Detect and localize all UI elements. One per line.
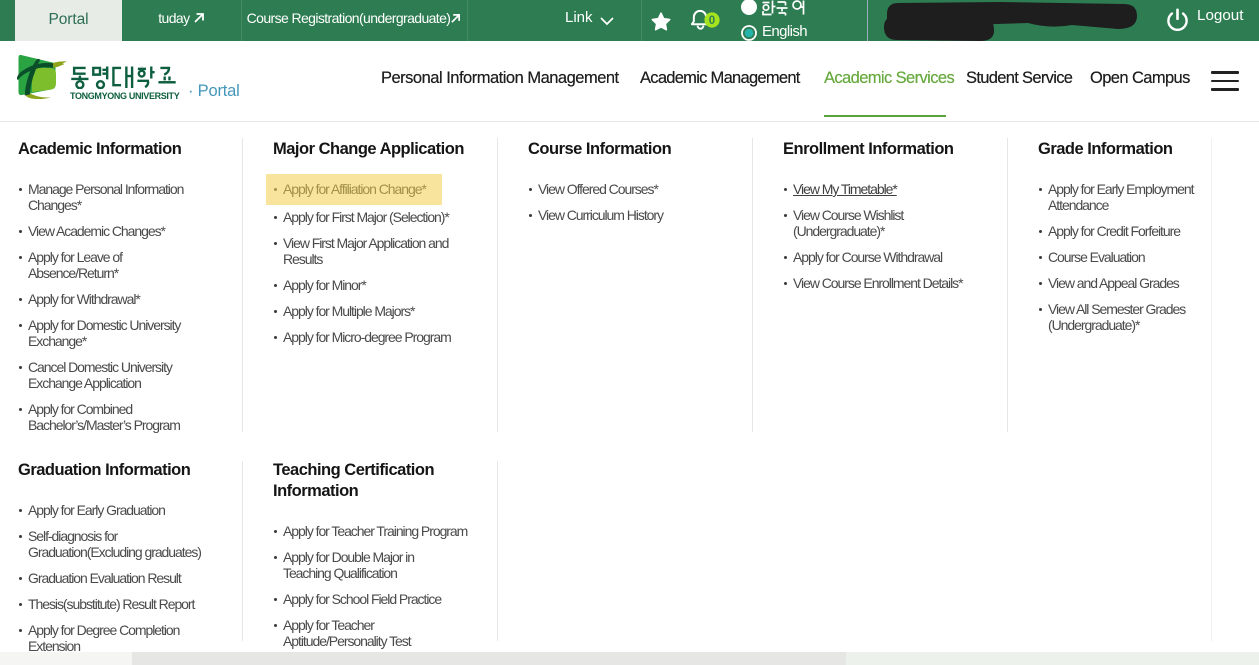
svg-text:0: 0 [709,15,715,27]
